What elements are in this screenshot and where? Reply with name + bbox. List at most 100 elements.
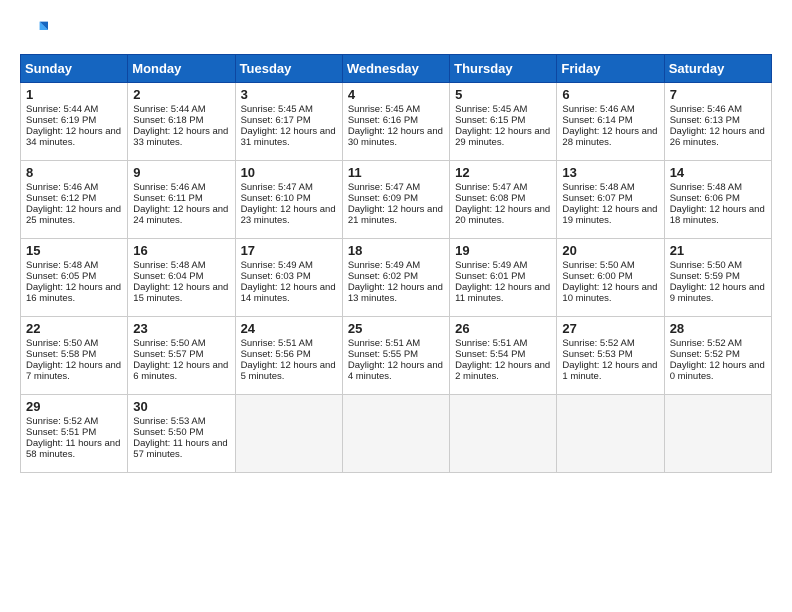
logo-icon	[20, 16, 48, 44]
sunrise-text: Sunrise: 5:45 AM	[241, 104, 313, 115]
calendar-body: 1Sunrise: 5:44 AMSunset: 6:19 PMDaylight…	[21, 83, 772, 473]
sunrise-text: Sunrise: 5:45 AM	[455, 104, 527, 115]
sunrise-text: Sunrise: 5:44 AM	[133, 104, 205, 115]
daylight-text: Daylight: 12 hours and 11 minutes.	[455, 282, 550, 304]
day-number: 8	[26, 165, 122, 180]
day-cell: 11Sunrise: 5:47 AMSunset: 6:09 PMDayligh…	[342, 161, 449, 239]
sunset-text: Sunset: 5:54 PM	[455, 349, 525, 360]
day-cell	[342, 395, 449, 473]
daylight-text: Daylight: 12 hours and 14 minutes.	[241, 282, 336, 304]
day-number: 3	[241, 87, 337, 102]
daylight-text: Daylight: 12 hours and 7 minutes.	[26, 360, 121, 382]
day-cell: 23Sunrise: 5:50 AMSunset: 5:57 PMDayligh…	[128, 317, 235, 395]
day-number: 26	[455, 321, 551, 336]
sunrise-text: Sunrise: 5:47 AM	[455, 182, 527, 193]
sunrise-text: Sunrise: 5:52 AM	[26, 416, 98, 427]
sunset-text: Sunset: 6:15 PM	[455, 115, 525, 126]
day-number: 10	[241, 165, 337, 180]
sunrise-text: Sunrise: 5:45 AM	[348, 104, 420, 115]
day-number: 13	[562, 165, 658, 180]
sunrise-text: Sunrise: 5:52 AM	[670, 338, 742, 349]
sunrise-text: Sunrise: 5:48 AM	[562, 182, 634, 193]
sunset-text: Sunset: 5:56 PM	[241, 349, 311, 360]
sunrise-text: Sunrise: 5:53 AM	[133, 416, 205, 427]
day-cell: 15Sunrise: 5:48 AMSunset: 6:05 PMDayligh…	[21, 239, 128, 317]
sunset-text: Sunset: 5:58 PM	[26, 349, 96, 360]
day-cell: 5Sunrise: 5:45 AMSunset: 6:15 PMDaylight…	[450, 83, 557, 161]
daylight-text: Daylight: 12 hours and 29 minutes.	[455, 126, 550, 148]
sunrise-text: Sunrise: 5:48 AM	[670, 182, 742, 193]
week-row-5: 29Sunrise: 5:52 AMSunset: 5:51 PMDayligh…	[21, 395, 772, 473]
day-cell: 1Sunrise: 5:44 AMSunset: 6:19 PMDaylight…	[21, 83, 128, 161]
header-cell-saturday: Saturday	[664, 55, 771, 83]
week-row-2: 8Sunrise: 5:46 AMSunset: 6:12 PMDaylight…	[21, 161, 772, 239]
daylight-text: Daylight: 12 hours and 15 minutes.	[133, 282, 228, 304]
day-cell: 18Sunrise: 5:49 AMSunset: 6:02 PMDayligh…	[342, 239, 449, 317]
day-number: 21	[670, 243, 766, 258]
day-cell: 27Sunrise: 5:52 AMSunset: 5:53 PMDayligh…	[557, 317, 664, 395]
week-row-4: 22Sunrise: 5:50 AMSunset: 5:58 PMDayligh…	[21, 317, 772, 395]
sunset-text: Sunset: 6:05 PM	[26, 271, 96, 282]
header-cell-sunday: Sunday	[21, 55, 128, 83]
daylight-text: Daylight: 12 hours and 31 minutes.	[241, 126, 336, 148]
day-cell: 20Sunrise: 5:50 AMSunset: 6:00 PMDayligh…	[557, 239, 664, 317]
sunrise-text: Sunrise: 5:49 AM	[455, 260, 527, 271]
day-number: 1	[26, 87, 122, 102]
calendar-table: SundayMondayTuesdayWednesdayThursdayFrid…	[20, 54, 772, 473]
daylight-text: Daylight: 12 hours and 1 minute.	[562, 360, 657, 382]
day-cell: 19Sunrise: 5:49 AMSunset: 6:01 PMDayligh…	[450, 239, 557, 317]
day-cell: 28 Sunrise: 5:52 AMSunset: 5:52 PMDayligh…	[664, 317, 771, 395]
daylight-text: Daylight: 12 hours and 2 minutes.	[455, 360, 550, 382]
daylight-text: Daylight: 12 hours and 13 minutes.	[348, 282, 443, 304]
header-cell-monday: Monday	[128, 55, 235, 83]
day-cell: 14Sunrise: 5:48 AMSunset: 6:06 PMDayligh…	[664, 161, 771, 239]
day-number: 24	[241, 321, 337, 336]
sunrise-text: Sunrise: 5:47 AM	[241, 182, 313, 193]
sunrise-text: Sunrise: 5:46 AM	[26, 182, 98, 193]
sunrise-text: Sunrise: 5:51 AM	[241, 338, 313, 349]
day-cell	[235, 395, 342, 473]
day-cell	[557, 395, 664, 473]
day-number: 6	[562, 87, 658, 102]
day-cell: 17Sunrise: 5:49 AMSunset: 6:03 PMDayligh…	[235, 239, 342, 317]
day-number: 19	[455, 243, 551, 258]
day-number: 22	[26, 321, 122, 336]
calendar-header-row: SundayMondayTuesdayWednesdayThursdayFrid…	[21, 55, 772, 83]
daylight-text: Daylight: 12 hours and 5 minutes.	[241, 360, 336, 382]
sunset-text: Sunset: 6:18 PM	[133, 115, 203, 126]
day-number: 18	[348, 243, 444, 258]
sunset-text: Sunset: 6:08 PM	[455, 193, 525, 204]
day-number: 28	[670, 321, 766, 336]
sunrise-text: Sunrise: 5:47 AM	[348, 182, 420, 193]
sunset-text: Sunset: 6:16 PM	[348, 115, 418, 126]
day-cell: 24 Sunrise: 5:51 AMSunset: 5:56 PMDayligh…	[235, 317, 342, 395]
week-row-3: 15Sunrise: 5:48 AMSunset: 6:05 PMDayligh…	[21, 239, 772, 317]
sunrise-text: Sunrise: 5:50 AM	[670, 260, 742, 271]
day-cell: 7Sunrise: 5:46 AMSunset: 6:13 PMDaylight…	[664, 83, 771, 161]
day-cell: 26Sunrise: 5:51 AMSunset: 5:54 PMDayligh…	[450, 317, 557, 395]
daylight-text: Daylight: 12 hours and 25 minutes.	[26, 204, 121, 226]
header	[20, 16, 772, 44]
sunrise-text: Sunrise: 5:44 AM	[26, 104, 98, 115]
daylight-text: Daylight: 12 hours and 21 minutes.	[348, 204, 443, 226]
sunset-text: Sunset: 5:55 PM	[348, 349, 418, 360]
day-cell: 3Sunrise: 5:45 AMSunset: 6:17 PMDaylight…	[235, 83, 342, 161]
sunset-text: Sunset: 6:10 PM	[241, 193, 311, 204]
daylight-text: Daylight: 12 hours and 20 minutes.	[455, 204, 550, 226]
daylight-text: Daylight: 12 hours and 0 minutes.	[670, 360, 765, 382]
day-number: 27	[562, 321, 658, 336]
week-row-1: 1Sunrise: 5:44 AMSunset: 6:19 PMDaylight…	[21, 83, 772, 161]
day-cell: 25Sunrise: 5:51 AMSunset: 5:55 PMDayligh…	[342, 317, 449, 395]
day-number: 16	[133, 243, 229, 258]
day-cell: 9Sunrise: 5:46 AMSunset: 6:11 PMDaylight…	[128, 161, 235, 239]
daylight-text: Daylight: 12 hours and 30 minutes.	[348, 126, 443, 148]
day-cell	[664, 395, 771, 473]
logo	[20, 16, 52, 44]
day-cell: 6Sunrise: 5:46 AMSunset: 6:14 PMDaylight…	[557, 83, 664, 161]
daylight-text: Daylight: 12 hours and 19 minutes.	[562, 204, 657, 226]
day-cell: 21Sunrise: 5:50 AMSunset: 5:59 PMDayligh…	[664, 239, 771, 317]
daylight-text: Daylight: 12 hours and 24 minutes.	[133, 204, 228, 226]
day-number: 11	[348, 165, 444, 180]
day-cell: 22Sunrise: 5:50 AMSunset: 5:58 PMDayligh…	[21, 317, 128, 395]
sunset-text: Sunset: 5:52 PM	[670, 349, 740, 360]
